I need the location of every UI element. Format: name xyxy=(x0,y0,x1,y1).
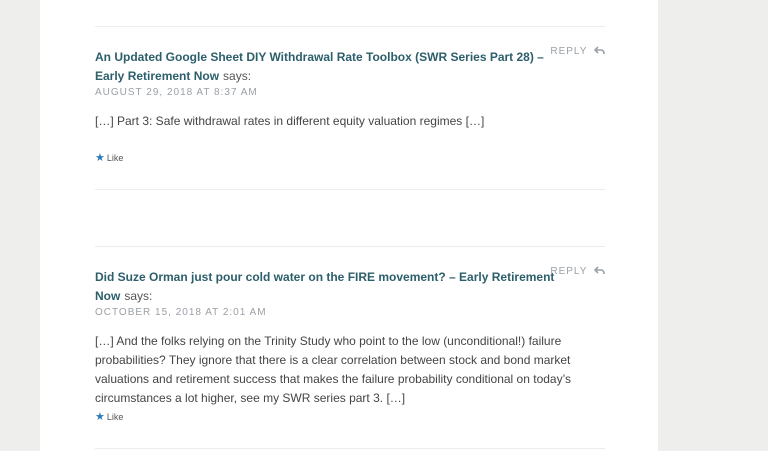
comment-author-link[interactable]: Did Suze Orman just pour cold water on t… xyxy=(95,270,554,303)
reply-arrow-icon xyxy=(593,266,605,275)
like-button[interactable]: ★ Like xyxy=(95,151,123,164)
says-label: says: xyxy=(124,289,153,303)
comment-text: […] Part 3: Safe withdrawal rates in dif… xyxy=(95,114,485,128)
reply-label: REPLY xyxy=(550,266,588,277)
divider xyxy=(95,246,605,247)
star-icon: ★ xyxy=(95,411,105,423)
like-label: Like xyxy=(106,153,124,163)
reply-button[interactable]: REPLY xyxy=(550,266,605,277)
comment-2: Did Suze Orman just pour cold water on t… xyxy=(95,266,605,408)
like-button[interactable]: ★ Like xyxy=(95,410,123,423)
comment-date[interactable]: AUGUST 29, 2018 AT 8:37 AM xyxy=(95,87,605,98)
divider xyxy=(95,448,605,449)
comment-date[interactable]: OCTOBER 15, 2018 AT 2:01 AM xyxy=(95,307,605,318)
reply-arrow-icon xyxy=(593,46,605,55)
comment-author-link[interactable]: An Updated Google Sheet DIY Withdrawal R… xyxy=(95,50,544,83)
says-label: says: xyxy=(223,69,252,83)
comment-1: An Updated Google Sheet DIY Withdrawal R… xyxy=(95,46,605,131)
star-icon: ★ xyxy=(95,152,105,164)
reply-button[interactable]: REPLY xyxy=(550,46,605,57)
divider xyxy=(95,26,605,27)
comment-author-line: An Updated Google Sheet DIY Withdrawal R… xyxy=(95,48,605,86)
comment-text: […] And the folks relying on the Trinity… xyxy=(95,334,572,405)
reply-label: REPLY xyxy=(550,46,588,57)
divider xyxy=(95,189,605,190)
comment-author-line: Did Suze Orman just pour cold water on t… xyxy=(95,268,605,306)
like-label: Like xyxy=(106,412,124,422)
